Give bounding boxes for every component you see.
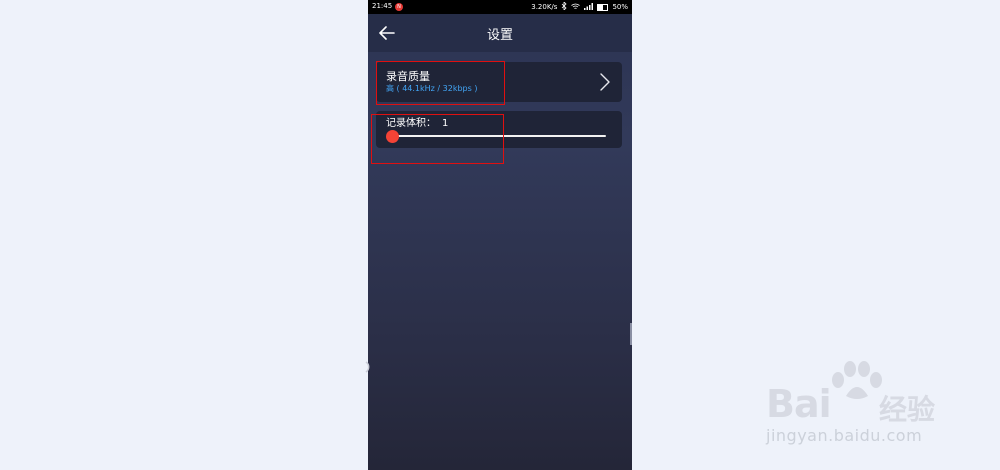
watermark-brand: Bai bbox=[766, 382, 832, 426]
title-bar: 设置 bbox=[368, 14, 632, 52]
edge-refresh-icon bbox=[364, 358, 374, 378]
watermark-url: jingyan.baidu.com bbox=[766, 426, 923, 445]
signal-icon bbox=[584, 2, 594, 12]
battery-level: 50% bbox=[612, 3, 628, 11]
bluetooth-icon bbox=[561, 1, 568, 12]
baidu-paw-icon bbox=[832, 361, 882, 399]
wifi-icon bbox=[571, 3, 581, 12]
highlight-box-volume bbox=[371, 114, 504, 164]
scrollbar-indicator bbox=[630, 323, 632, 345]
battery-icon bbox=[597, 3, 609, 11]
status-bar: 21:45 N 3.20K/s 50% bbox=[368, 0, 632, 14]
chevron-right-icon bbox=[600, 73, 610, 91]
watermark-brand-cn: 经验 bbox=[879, 393, 936, 426]
notification-badge: N bbox=[395, 3, 403, 11]
network-speed: 3.20K/s bbox=[531, 3, 558, 11]
status-right: 3.20K/s 50% bbox=[531, 1, 628, 12]
highlight-box-quality bbox=[376, 61, 505, 105]
status-time: 21:45 bbox=[372, 2, 393, 10]
page-title: 设置 bbox=[486, 28, 513, 43]
baidu-jingyan-watermark: Bai 经验 jingyan.baidu.com bbox=[766, 360, 996, 460]
